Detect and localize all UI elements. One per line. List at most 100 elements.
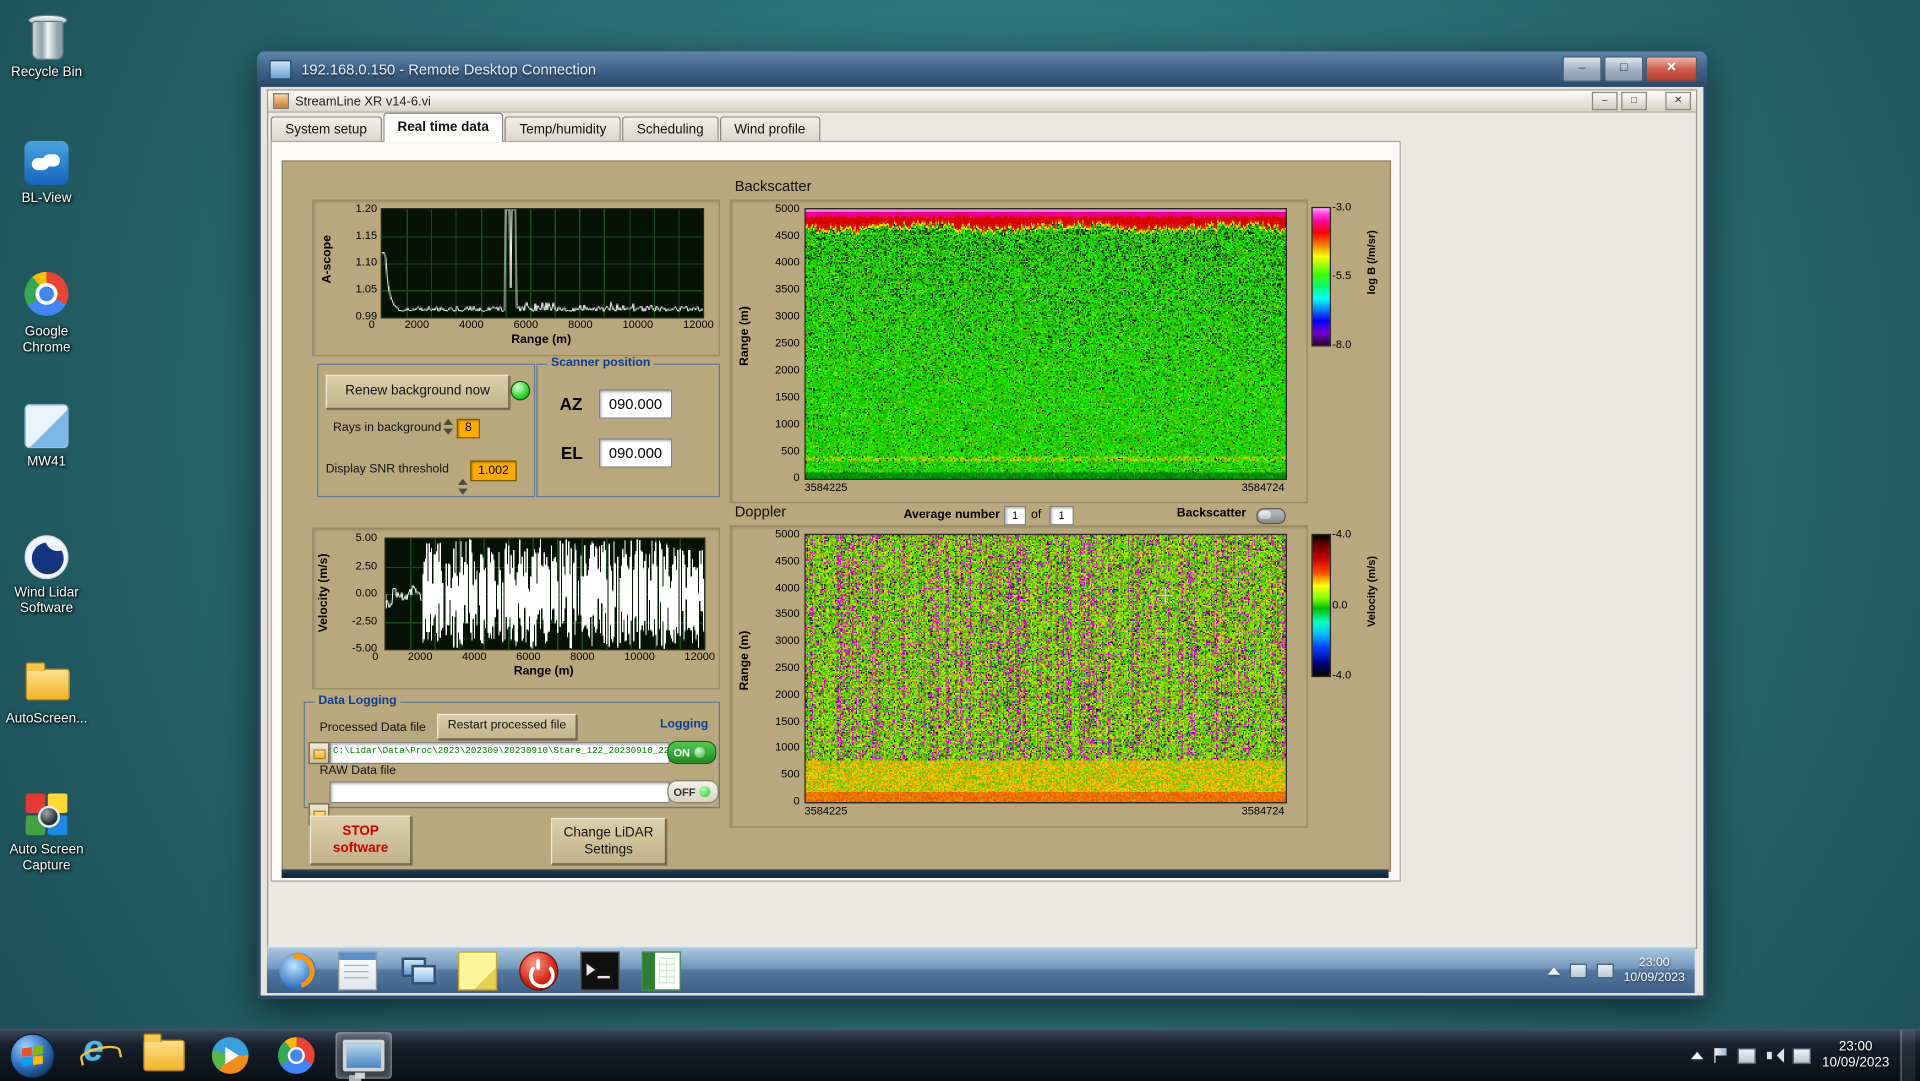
- remote-rdp-icon[interactable]: [399, 952, 436, 989]
- wind-lidar-icon: [22, 533, 71, 582]
- snr-value[interactable]: 1.002: [470, 460, 517, 481]
- close-icon[interactable]: ✕: [1646, 56, 1697, 82]
- remote-sticky-notes-icon[interactable]: [458, 951, 497, 990]
- desktop-icon-label: Google Chrome: [0, 324, 93, 356]
- taskbar-media-player[interactable]: [203, 1033, 257, 1077]
- taskbar-rdp-active[interactable]: [336, 1032, 392, 1079]
- backscatter-section-title: Backscatter: [735, 178, 812, 195]
- tick-label: 0: [372, 650, 378, 662]
- desktop-icon-recycle-bin[interactable]: Recycle Bin: [0, 12, 93, 81]
- tick-label: 500: [781, 444, 799, 456]
- remote-notepad-icon[interactable]: [338, 951, 377, 990]
- desktop-icon-bl-view[interactable]: BL-View: [0, 138, 93, 207]
- remote-clock[interactable]: 23:00 10/09/2023: [1624, 956, 1685, 985]
- remote-command-prompt-icon[interactable]: [580, 951, 619, 990]
- tick-label: 2000: [775, 688, 800, 700]
- processed-logging-toggle[interactable]: ON: [667, 741, 716, 764]
- action-center-flag-icon[interactable]: [1714, 1048, 1726, 1063]
- tick-label: 1.20: [356, 202, 377, 214]
- tick-label: -3.0: [1332, 201, 1351, 213]
- folder-icon: [22, 659, 71, 708]
- host-taskbar: 23:00 10/09/2023: [0, 1029, 1920, 1081]
- tick-label: 0.0: [1332, 598, 1347, 610]
- desktop-icon-wind-lidar[interactable]: Wind Lidar Software: [0, 533, 93, 617]
- volume-icon[interactable]: [1767, 1048, 1782, 1063]
- minimize-icon[interactable]: –: [1592, 92, 1618, 110]
- maximize-icon[interactable]: □: [1621, 92, 1647, 110]
- doppler-x-start: 3584225: [804, 804, 847, 816]
- tray-expand-icon[interactable]: [1691, 1052, 1703, 1059]
- doppler-section-title: Doppler: [735, 503, 786, 520]
- remote-volume-icon[interactable]: [1597, 963, 1614, 978]
- tick-label: 12000: [684, 650, 715, 662]
- taskbar-chrome[interactable]: [269, 1033, 323, 1077]
- remote-spreadsheet-icon[interactable]: [642, 951, 681, 990]
- start-button[interactable]: [10, 1033, 55, 1078]
- change-lidar-settings-button[interactable]: Change LiDAR Settings: [551, 818, 666, 865]
- rdp-app-icon: [269, 59, 291, 79]
- auto-screen-capture-icon: [22, 790, 71, 839]
- backscatter-toggle-switch[interactable]: [1256, 508, 1285, 524]
- backscatter-colorbar-label: log B (/m/sr): [1365, 230, 1377, 294]
- raw-path-field[interactable]: [329, 781, 669, 803]
- tab-scheduling[interactable]: Scheduling: [622, 116, 718, 142]
- snr-spinner[interactable]: [457, 478, 468, 496]
- rdp-titlebar[interactable]: 192.168.0.150 - Remote Desktop Connectio…: [257, 51, 1707, 87]
- desktop-icon-autoscreen-folder[interactable]: AutoScreen...: [0, 659, 93, 728]
- show-desktop-button[interactable]: [1900, 1030, 1915, 1081]
- az-value-field[interactable]: 090.000: [599, 389, 672, 418]
- system-clock[interactable]: 23:00 10/09/2023: [1822, 1040, 1889, 1072]
- tab-temp-humidity[interactable]: Temp/humidity: [505, 116, 621, 142]
- app-icon: [273, 93, 289, 109]
- average-number-field[interactable]: 1: [1004, 506, 1026, 526]
- real-time-panel: Backscatter Doppler A-scope 1.20 1.15 1.10…: [282, 160, 1391, 871]
- tick-label: 2000: [775, 364, 800, 376]
- velocity-x-axis-label: Range (m): [384, 665, 702, 678]
- desktop-icon-mw41[interactable]: MW41: [0, 402, 93, 471]
- restart-processed-file-button[interactable]: Restart processed file: [437, 714, 577, 740]
- remote-clock-date: 10/09/2023: [1624, 970, 1685, 985]
- of-label: of: [1031, 508, 1041, 521]
- network-icon[interactable]: [1793, 1048, 1811, 1064]
- close-icon[interactable]: ✕: [1665, 92, 1691, 110]
- doppler-colorbar: [1311, 534, 1331, 677]
- taskbar-internet-explorer[interactable]: [71, 1033, 125, 1077]
- tick-label: -8.0: [1332, 338, 1351, 350]
- processed-path-field[interactable]: C:\Lidar\Data\Proc\2023\202309\20230910\…: [329, 742, 669, 764]
- stop-software-button[interactable]: STOP software: [310, 816, 412, 865]
- doppler-y-axis-label: Range (m): [738, 631, 751, 691]
- raw-logging-toggle[interactable]: OFF: [667, 780, 718, 803]
- desktop-icon-label: Recycle Bin: [0, 65, 93, 81]
- minimize-icon[interactable]: –: [1562, 56, 1601, 82]
- tab-real-time-data[interactable]: Real time data: [383, 113, 504, 142]
- el-value-field[interactable]: 090.000: [599, 438, 672, 467]
- recycle-bin-icon: [22, 12, 71, 61]
- rdp-monitor-icon: [343, 1040, 385, 1072]
- rays-value[interactable]: 8: [457, 419, 480, 439]
- app-titlebar[interactable]: StreamLine XR v14-6.vi – □ ✕: [268, 91, 1696, 113]
- display-icon[interactable]: [1737, 1048, 1755, 1064]
- velocity-y-ticks: 5.00 2.50 0.00 -2.50 -5.00: [340, 531, 377, 653]
- remote-browser-icon[interactable]: [279, 952, 316, 989]
- tick-label: 1500: [775, 391, 800, 403]
- desktop-icon-google-chrome[interactable]: Google Chrome: [0, 269, 93, 356]
- remote-network-icon[interactable]: [1570, 963, 1587, 978]
- remote-tray-expand-icon[interactable]: [1548, 967, 1560, 974]
- remote-power-icon[interactable]: [519, 951, 558, 990]
- desktop-icon-auto-screen-capture[interactable]: Auto Screen Capture: [0, 790, 93, 874]
- bl-view-icon: [22, 138, 71, 187]
- rays-spinner[interactable]: [442, 418, 453, 436]
- tab-system-setup[interactable]: System setup: [271, 116, 382, 142]
- renew-background-button[interactable]: Renew background now: [326, 375, 510, 409]
- tick-label: 3000: [775, 310, 800, 322]
- panel-bottom-edge: [282, 869, 1389, 878]
- tab-wind-profile[interactable]: Wind profile: [720, 116, 821, 142]
- tick-label: 12000: [683, 318, 714, 330]
- remote-taskbar: 23:00 10/09/2023: [267, 947, 1695, 994]
- maximize-icon[interactable]: □: [1604, 56, 1643, 82]
- processed-path-browse-icon[interactable]: [309, 742, 330, 764]
- taskbar-file-explorer[interactable]: [137, 1033, 191, 1077]
- ascope-y-ticks: 1.20 1.15 1.10 1.05 0.99: [343, 202, 377, 322]
- average-count-field[interactable]: 1: [1049, 506, 1073, 526]
- tick-label: 10000: [623, 318, 654, 330]
